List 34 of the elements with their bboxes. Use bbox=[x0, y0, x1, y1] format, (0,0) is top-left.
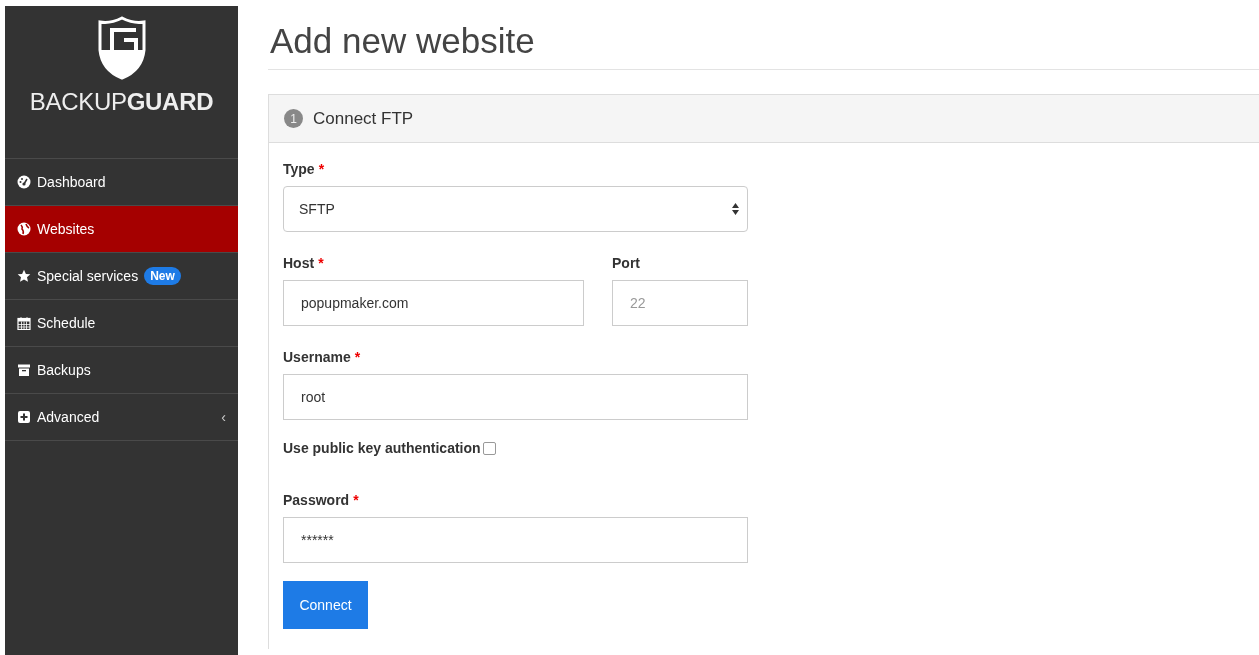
globe-icon bbox=[17, 222, 31, 236]
calendar-icon bbox=[17, 316, 31, 330]
required-mark: * bbox=[318, 161, 325, 177]
field-label: Host bbox=[283, 255, 315, 271]
dashboard-icon bbox=[17, 175, 31, 189]
required-mark: * bbox=[354, 349, 361, 365]
plus-square-icon bbox=[17, 410, 31, 424]
field-label: Port bbox=[612, 255, 640, 271]
password-field[interactable]: ****** bbox=[283, 517, 748, 563]
connect-button[interactable]: Connect bbox=[283, 581, 368, 629]
required-mark: * bbox=[318, 255, 324, 271]
input-field[interactable]: root bbox=[283, 374, 748, 420]
nav-item[interactable]: Websites bbox=[5, 206, 238, 253]
page-title: Add new website bbox=[268, 6, 1259, 70]
new-badge: New bbox=[144, 267, 181, 285]
step-number: 1 bbox=[284, 109, 303, 128]
type-select[interactable]: SFTP bbox=[283, 186, 748, 232]
nav-item[interactable]: Advanced ‹ bbox=[5, 394, 238, 441]
required-mark: * bbox=[353, 492, 359, 508]
field-label: Password bbox=[283, 492, 350, 508]
input-field[interactable]: popupmaker.com bbox=[283, 280, 584, 326]
logo-text: BACKUPGUARD bbox=[29, 88, 214, 116]
field-label: Type bbox=[283, 161, 315, 177]
chevron-icon: ‹ bbox=[221, 409, 226, 425]
field-label: Username bbox=[283, 349, 351, 365]
star-icon bbox=[17, 269, 31, 283]
updown-caret-icon bbox=[732, 203, 739, 215]
checkbox[interactable] bbox=[482, 441, 496, 455]
panel-title: Connect FTP bbox=[313, 108, 414, 129]
archive-icon bbox=[17, 363, 31, 377]
nav-item[interactable]: Special services New bbox=[5, 253, 238, 300]
field-label: Use public key authentication bbox=[283, 440, 481, 456]
nav-item[interactable]: Schedule bbox=[5, 300, 238, 347]
nav-item[interactable]: Backups bbox=[5, 347, 238, 394]
